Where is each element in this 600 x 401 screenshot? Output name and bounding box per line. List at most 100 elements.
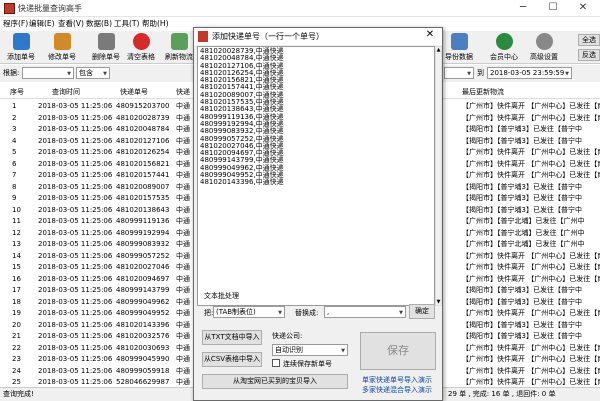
row-number: 17: [12, 286, 21, 294]
minimize-button[interactable]: ─: [508, 0, 538, 17]
menu-edit[interactable]: 编辑(E): [29, 18, 55, 29]
row-company: 中通: [176, 159, 190, 168]
end-date-field[interactable]: 2018-03-05 23:59:59: [487, 67, 572, 79]
row-time: 2018-03-05 11:25:06: [38, 320, 113, 329]
advanced-settings-button[interactable]: 高级设置: [524, 32, 564, 63]
row-time: 2018-03-05 11:25:06: [38, 251, 113, 260]
row-number: 24: [12, 366, 21, 375]
confirm-button[interactable]: 确定: [409, 304, 435, 319]
header-no[interactable]: 序号: [10, 85, 24, 99]
delete-number-button[interactable]: 删除单号: [86, 32, 126, 63]
row-number: 12: [12, 228, 21, 237]
row-time: 2018-03-05 11:25:06: [38, 113, 113, 122]
row-time: 2018-03-05 11:25:06: [38, 240, 113, 248]
save-button[interactable]: 保存: [360, 332, 436, 370]
add-number-button[interactable]: 添加单号: [1, 32, 41, 63]
row-number: 11: [12, 217, 21, 225]
row-tracking-number: 480999083932: [116, 240, 170, 248]
dialog-title: 添加快递单号（一行一个单号）: [212, 32, 324, 41]
row-number: 5: [12, 148, 17, 156]
clear-table-button[interactable]: 清空表格: [121, 32, 161, 63]
row-company: 中通: [176, 274, 190, 283]
numbers-textarea[interactable]: 481020028739,中通快递 481020048784,中通快递 481020…: [197, 46, 435, 306]
row-company: 中通: [176, 228, 190, 237]
taobao-import-button[interactable]: 从淘宝网已买到的宝贝导入: [202, 374, 348, 389]
maximize-button[interactable]: ☐: [538, 0, 568, 17]
dialog-title-bar: 添加快递单号（一行一个单号） ✕: [194, 28, 442, 45]
match-select[interactable]: 包含: [76, 67, 110, 79]
batch-label: 文本批处理: [204, 292, 239, 300]
row-time: 2018-03-05 11:25:06: [38, 136, 113, 145]
row-tracking-number: 481020030693: [116, 343, 170, 352]
dialog-close-button[interactable]: ✕: [420, 29, 440, 40]
find-select[interactable]: (TAB制表位): [213, 306, 285, 318]
row-tracking-number: 481020138643: [116, 205, 170, 214]
continuous-save-checkbox[interactable]: [272, 359, 280, 367]
row-latest-update: 【广州市】【普宁北埔】已发往【广州中: [462, 228, 585, 237]
field-select[interactable]: [22, 67, 74, 79]
company-select[interactable]: 自动识别: [272, 344, 348, 356]
start-date-field[interactable]: [444, 67, 474, 79]
export-data-button[interactable]: 导份数据: [444, 32, 474, 63]
row-time: 2018-03-05 11:25:06: [38, 286, 113, 294]
dialog-icon: [198, 31, 208, 42]
row-company: 中通: [176, 355, 190, 363]
menu-help[interactable]: 帮助(H): [142, 18, 169, 29]
txt-import-button[interactable]: 从TXT文档中导入: [202, 330, 262, 345]
row-latest-update: 【广州市】快件离开 【广州中心】已发往【南: [462, 159, 600, 168]
row-tracking-number: 481020089007: [116, 182, 170, 191]
edit-number-button[interactable]: 修改单号: [42, 32, 82, 63]
member-center-button[interactable]: 会员中心: [484, 32, 524, 63]
row-time: 2018-03-05 11:25:06: [38, 228, 113, 237]
row-tracking-number: 481020027046: [116, 263, 170, 271]
mixed-import-demo-link[interactable]: 多家快递混合导入演示: [362, 385, 432, 395]
single-import-demo-link[interactable]: 单家快递单号导入演示: [362, 375, 432, 385]
row-number: 16: [12, 274, 21, 283]
row-company: 中通: [176, 286, 190, 294]
row-tracking-number: 480999049962: [116, 297, 170, 306]
row-latest-update: 【广州市】【普宁北埔】已发往【广州中: [462, 217, 585, 225]
menu-tools[interactable]: 工具(T): [114, 18, 139, 29]
header-time[interactable]: 查询时间: [52, 85, 80, 99]
row-tracking-number: 481020157535: [116, 194, 170, 202]
select-all-button[interactable]: 全选: [578, 34, 600, 46]
header-latest[interactable]: 最后更新物流: [462, 85, 504, 99]
header-company[interactable]: 快递: [176, 85, 190, 99]
stop-icon: [132, 33, 150, 50]
row-time: 2018-03-05 11:25:06: [38, 297, 113, 306]
row-tracking-number: 481020127106: [116, 136, 170, 145]
row-number: 3: [12, 125, 17, 133]
row-tracking-number: 481020156821: [116, 159, 170, 168]
row-tracking-number: 481020126254: [116, 148, 170, 156]
row-latest-update: 【广州市】快件离开 【广州中心】已发往【南: [462, 113, 600, 122]
row-time: 2018-03-05 11:25:06: [38, 194, 113, 202]
scroll-down-icon: ▼: [436, 299, 441, 305]
row-tracking-number: 481020032576: [116, 332, 170, 340]
app-icon: [4, 3, 15, 14]
row-company: 中通: [176, 332, 190, 340]
row-latest-update: 【揭阳市】【普宁埔3】已发往【普宁中: [462, 297, 582, 306]
title-bar: 快递批量查询高手 ─ ☐ ✕: [0, 0, 600, 17]
invert-selection-button[interactable]: 反选: [578, 49, 600, 61]
close-button[interactable]: ✕: [568, 0, 598, 17]
refresh-logistics-button[interactable]: 刷新物流: [163, 32, 195, 63]
menu-program[interactable]: 程序(F): [3, 18, 28, 29]
row-company: 中通: [176, 366, 190, 375]
csv-import-button[interactable]: 从CSV表格中导入: [202, 352, 262, 367]
header-number[interactable]: 快递单号: [120, 85, 148, 99]
row-latest-update: 【广州市】快件离开 【广州中心】已发往【南: [462, 148, 600, 156]
row-time: 2018-03-05 11:25:06: [38, 171, 113, 179]
menu-view[interactable]: 查看(V): [58, 18, 84, 29]
row-tracking-number: 480999045990: [116, 355, 170, 363]
row-time: 2018-03-05 11:25:06: [38, 366, 113, 375]
replace-select[interactable]: ,: [324, 306, 406, 318]
row-time: 2018-03-05 11:25:06: [38, 355, 113, 363]
row-company: 中通: [176, 240, 190, 248]
textarea-scrollbar[interactable]: ▲ ▼: [435, 46, 442, 306]
status-text: 查询完成!: [3, 390, 34, 398]
row-time: 2018-03-05 11:25:06: [38, 159, 113, 168]
row-latest-update: 【广州市】快件离开 【广州中心】已发往【南: [462, 343, 600, 352]
row-tracking-number: 481020028739: [116, 113, 170, 122]
menu-data[interactable]: 数据(B): [86, 18, 112, 29]
row-time: 2018-03-05 11:25:06: [38, 263, 113, 271]
